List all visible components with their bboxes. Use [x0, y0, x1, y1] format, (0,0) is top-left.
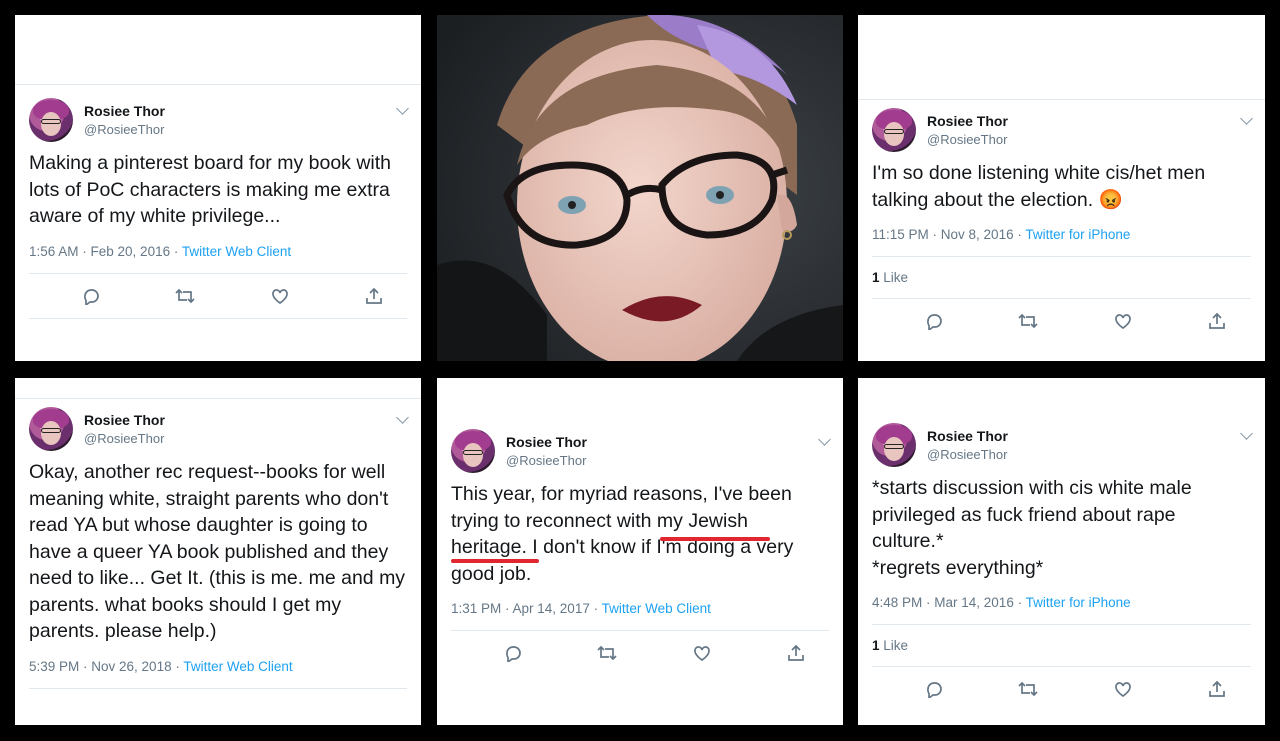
highlight-underline: [451, 559, 539, 563]
highlight-underline: [660, 537, 770, 541]
like-icon[interactable]: [692, 644, 712, 662]
share-icon[interactable]: [786, 644, 806, 662]
reply-icon[interactable]: [924, 680, 944, 700]
retweet-icon[interactable]: [1018, 680, 1038, 698]
tweet-client[interactable]: Twitter Web Client: [182, 244, 291, 259]
divider: [858, 99, 1265, 100]
chevron-down-icon[interactable]: [818, 433, 831, 446]
author-handle[interactable]: @RosieeThor: [927, 132, 1007, 147]
tweet-actions: [29, 274, 407, 318]
like-number: 1: [872, 270, 880, 285]
reply-icon[interactable]: [924, 312, 944, 332]
tweet-text: This year, for myriad reasons, I've been…: [451, 483, 794, 585]
tweet-client[interactable]: Twitter for iPhone: [1025, 227, 1130, 242]
tweet-client[interactable]: Twitter Web Client: [183, 659, 292, 674]
author-handle[interactable]: @RosieeThor: [506, 453, 586, 468]
divider: [29, 317, 407, 319]
chevron-down-icon[interactable]: [1240, 427, 1253, 440]
chevron-down-icon[interactable]: [396, 102, 409, 115]
tweet: Rosiee Thor @RosieeThor I'm so done list…: [872, 108, 1253, 343]
tweet-actions: [872, 667, 1251, 711]
author-name[interactable]: Rosiee Thor: [927, 428, 1008, 444]
divider: [15, 398, 421, 399]
like-count[interactable]: 1 Like: [872, 257, 1251, 298]
divider: [15, 84, 421, 85]
tweet-meta: 1:56 AM · Feb 20, 2016 · Twitter Web Cli…: [29, 244, 407, 259]
author-handle[interactable]: @RosieeThor: [84, 431, 164, 446]
avatar[interactable]: [29, 407, 73, 451]
tweet-timestamp[interactable]: 11:15 PM · Nov 8, 2016 ·: [872, 227, 1025, 242]
tweet-card-3: Rosiee Thor @RosieeThor Okay, another re…: [15, 378, 421, 725]
tweet-text: Making a pinterest board for my book wit…: [29, 152, 392, 227]
tweet-card-2: Rosiee Thor @RosieeThor I'm so done list…: [858, 15, 1265, 361]
tweet-timestamp[interactable]: 4:48 PM · Mar 14, 2016 ·: [872, 595, 1026, 610]
tweet-timestamp[interactable]: 5:39 PM · Nov 26, 2018 ·: [29, 659, 183, 674]
like-icon[interactable]: [1113, 312, 1133, 330]
chevron-down-icon[interactable]: [1240, 112, 1253, 125]
author-handle[interactable]: @RosieeThor: [84, 122, 164, 137]
profile-photo: [437, 15, 843, 361]
avatar[interactable]: [872, 108, 916, 152]
retweet-icon[interactable]: [1018, 312, 1038, 330]
tweet-card-4: Rosiee Thor @RosieeThor This year, for m…: [437, 378, 843, 725]
like-count[interactable]: 1 Like: [872, 625, 1251, 666]
tweet-client[interactable]: Twitter Web Client: [602, 601, 711, 616]
tweet-meta: 4:48 PM · Mar 14, 2016 · Twitter for iPh…: [872, 595, 1251, 610]
like-icon[interactable]: [1113, 680, 1133, 698]
tweet-client[interactable]: Twitter for iPhone: [1026, 595, 1131, 610]
avatar[interactable]: [451, 429, 495, 473]
tweet: Rosiee Thor @RosieeThor *starts discussi…: [872, 423, 1253, 711]
divider: [29, 687, 407, 689]
reply-icon[interactable]: [81, 287, 101, 307]
retweet-icon[interactable]: [175, 287, 195, 305]
author-name[interactable]: Rosiee Thor: [84, 103, 165, 119]
tweet-actions: [451, 631, 829, 675]
avatar[interactable]: [29, 98, 73, 142]
tweet-text: *starts discussion with cis white male p…: [872, 477, 1192, 579]
selfie-image: [437, 15, 843, 361]
author-handle[interactable]: @RosieeThor: [927, 447, 1007, 462]
tweet-timestamp[interactable]: 1:31 PM · Apr 14, 2017 ·: [451, 601, 602, 616]
like-label: Like: [879, 638, 909, 653]
tweet-card-5: Rosiee Thor @RosieeThor *starts discussi…: [858, 378, 1265, 725]
like-icon[interactable]: [270, 287, 290, 305]
author-name[interactable]: Rosiee Thor: [506, 434, 587, 450]
tweet-text: Okay, another rec request--books for wel…: [29, 461, 406, 642]
tweet: Rosiee Thor @RosieeThor Making a pintere…: [29, 98, 409, 319]
retweet-icon[interactable]: [597, 644, 617, 662]
author-name[interactable]: Rosiee Thor: [84, 412, 165, 428]
tweet-actions: [872, 299, 1251, 343]
author-name[interactable]: Rosiee Thor: [927, 113, 1008, 129]
share-icon[interactable]: [364, 287, 384, 305]
tweet: Rosiee Thor @RosieeThor Okay, another re…: [29, 407, 409, 689]
avatar[interactable]: [872, 423, 916, 467]
like-number: 1: [872, 638, 880, 653]
share-icon[interactable]: [1207, 680, 1227, 698]
reply-icon[interactable]: [503, 644, 523, 664]
tweet-meta: 11:15 PM · Nov 8, 2016 · Twitter for iPh…: [872, 227, 1251, 242]
share-icon[interactable]: [1207, 312, 1227, 330]
tweet-text: I'm so done listening white cis/het men …: [872, 162, 1206, 211]
chevron-down-icon[interactable]: [396, 411, 409, 424]
tweet-card-1: Rosiee Thor @RosieeThor Making a pintere…: [15, 15, 421, 361]
tweet-timestamp[interactable]: 1:56 AM · Feb 20, 2016 ·: [29, 244, 182, 259]
tweet-meta: 5:39 PM · Nov 26, 2018 · Twitter Web Cli…: [29, 659, 407, 674]
tweet-meta: 1:31 PM · Apr 14, 2017 · Twitter Web Cli…: [451, 601, 829, 616]
tweet: Rosiee Thor @RosieeThor This year, for m…: [451, 429, 831, 675]
like-label: Like: [879, 270, 909, 285]
